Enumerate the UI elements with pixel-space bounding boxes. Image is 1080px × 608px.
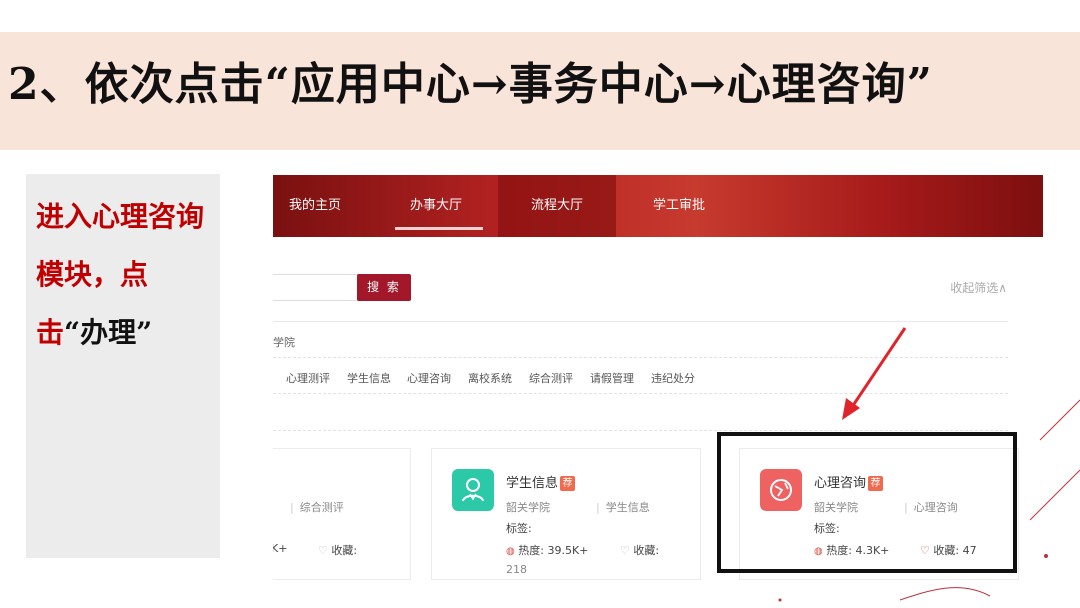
annotation-arrow-icon <box>778 327 1080 602</box>
